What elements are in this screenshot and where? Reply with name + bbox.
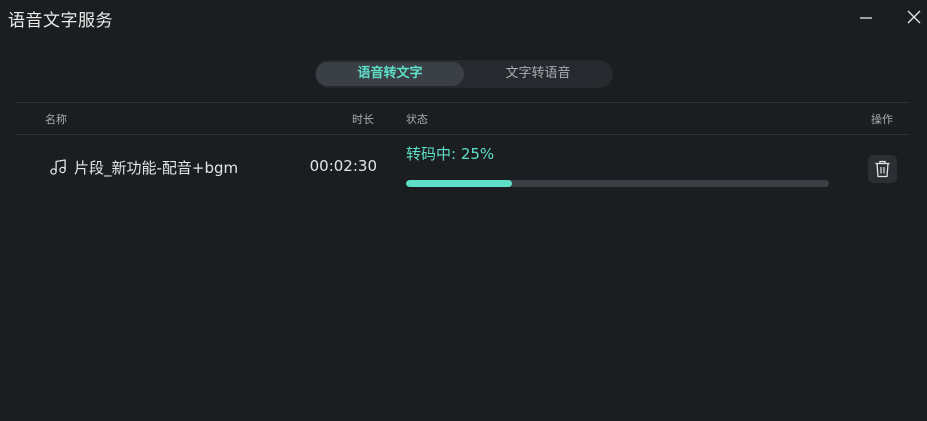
table-header: 名称 时长 状态 操作 <box>16 102 910 135</box>
status-text: 转码中: 25% <box>406 145 495 163</box>
close-icon <box>907 10 921 24</box>
close-button[interactable] <box>900 4 927 30</box>
progress-bar <box>406 180 829 187</box>
column-header-duration: 时长 <box>352 113 374 126</box>
column-header-status: 状态 <box>406 113 428 126</box>
table-row: 片段_新功能-配音+bgm 00:02:30 转码中: 25% <box>16 136 910 198</box>
file-name: 片段_新功能-配音+bgm <box>74 159 239 177</box>
file-duration: 00:02:30 <box>309 157 377 175</box>
minimize-icon <box>860 17 872 19</box>
music-note-icon <box>50 159 66 175</box>
minimize-button[interactable] <box>853 4 881 30</box>
column-header-actions: 操作 <box>871 113 893 126</box>
window-title: 语音文字服务 <box>8 11 113 31</box>
title-bar: 语音文字服务 <box>0 0 927 36</box>
tab-speech-to-text[interactable]: 语音转文字 <box>316 62 464 86</box>
tab-text-to-speech[interactable]: 文字转语音 <box>464 62 612 86</box>
progress-bar-fill <box>406 180 512 187</box>
column-header-name: 名称 <box>45 113 67 126</box>
trash-icon <box>875 160 890 178</box>
mode-switcher: 语音转文字 文字转语音 <box>315 60 613 88</box>
delete-button[interactable] <box>868 155 897 183</box>
